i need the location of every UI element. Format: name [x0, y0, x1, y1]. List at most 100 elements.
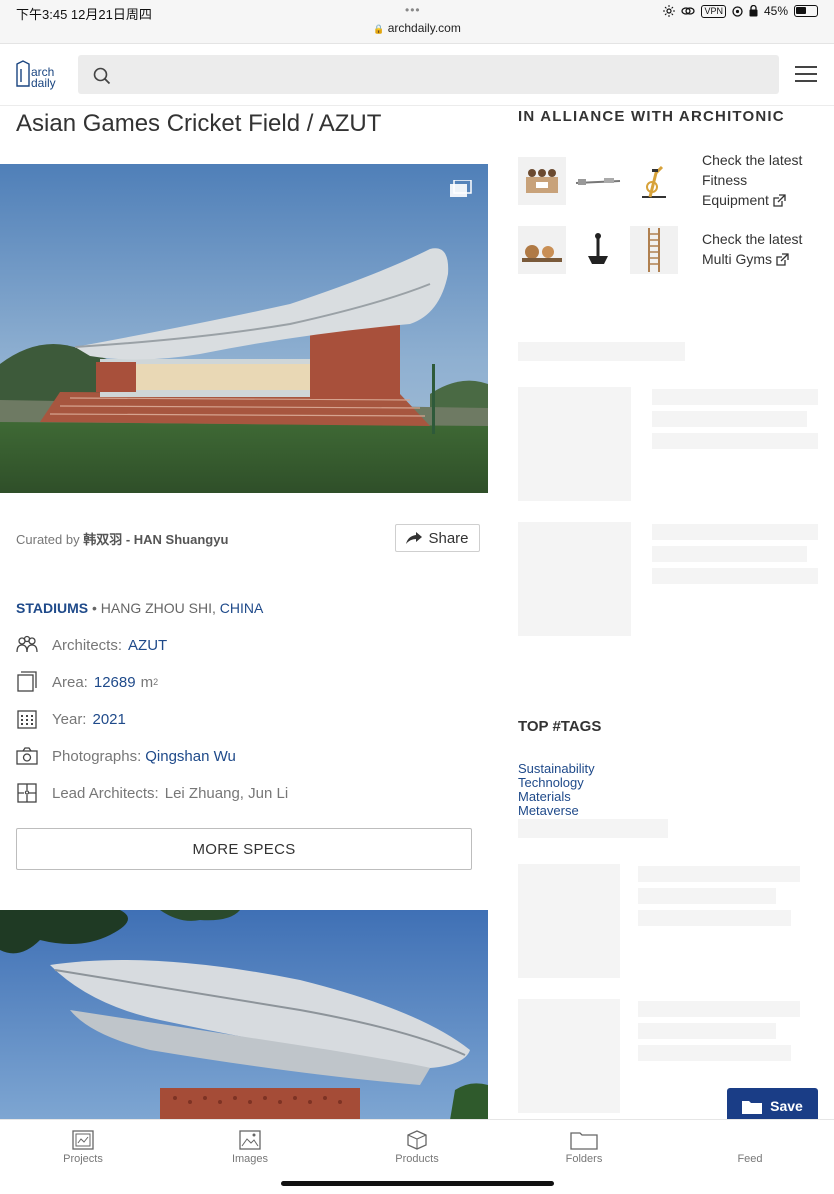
tag-link[interactable]: Materials — [518, 790, 595, 804]
nav-products[interactable]: Products — [367, 1130, 467, 1165]
projects-icon — [72, 1130, 94, 1150]
camera-icon — [16, 747, 38, 765]
curator-name[interactable]: 韩双羽 - HAN Shuangyu — [83, 532, 228, 547]
product-thumb-rower[interactable] — [574, 157, 622, 205]
menu-line — [795, 80, 817, 82]
at-icon — [732, 5, 743, 17]
menu-line — [795, 73, 817, 75]
category-link[interactable]: STADIUMS — [16, 600, 88, 616]
curated-by: Curated by 韩双羽 - HAN Shuangyu — [16, 529, 228, 548]
home-indicator[interactable] — [281, 1181, 554, 1186]
loading-placeholder — [652, 433, 818, 449]
loading-placeholder — [652, 411, 807, 427]
year-link[interactable]: 2021 — [92, 711, 125, 728]
nav-images[interactable]: Images — [200, 1130, 300, 1165]
second-image[interactable] — [0, 910, 488, 1120]
nav-images-label: Images — [231, 1153, 269, 1165]
loading-placeholder — [518, 819, 668, 838]
country-link[interactable]: CHINA — [220, 600, 264, 616]
lead-architects-value: Lei Zhuang, Jun Li — [164, 784, 289, 802]
nav-projects[interactable]: Projects — [33, 1130, 133, 1165]
weights-rack-icon — [526, 169, 558, 193]
loading-placeholder — [638, 1001, 800, 1017]
loading-placeholder — [638, 910, 791, 926]
nav-products-label: Products — [395, 1153, 439, 1165]
area-unit-superscript: 2 — [153, 677, 159, 687]
gallery-icon[interactable] — [450, 180, 472, 198]
area-unit: m — [140, 673, 154, 691]
spec-architects: Architects: AZUT — [16, 633, 167, 657]
search-input[interactable] — [78, 55, 779, 94]
battery-percent: 45% — [763, 4, 788, 18]
calendar-icon — [17, 710, 37, 729]
loading-placeholder — [652, 546, 807, 562]
spec-lead-architects: Lead Architects: Lei Zhuang, Jun Li — [16, 781, 288, 805]
tag-link[interactable]: Technology — [518, 776, 595, 790]
logo-text: arch daily — [31, 66, 56, 90]
vpn-badge: VPN — [701, 4, 726, 18]
external-link-icon — [776, 253, 789, 266]
area-link[interactable]: 12689 — [94, 674, 136, 691]
loading-placeholder — [638, 1023, 776, 1039]
menu-line — [795, 66, 817, 68]
nav-folders[interactable]: Folders — [534, 1130, 634, 1165]
promo-fitness[interactable]: Check the latest Fitness Equipment — [702, 150, 822, 210]
images-icon — [239, 1130, 261, 1150]
tag-link[interactable]: Sustainability — [518, 762, 595, 776]
archdaily-logo[interactable]: arch daily — [15, 60, 63, 90]
promo-fitness-line2: Fitness — [702, 172, 748, 188]
lead-architects-label: Lead Architects: — [52, 784, 159, 802]
tab-overview-dots[interactable]: ••• — [405, 3, 421, 17]
architects-label: Architects: — [52, 636, 123, 654]
spec-photographs: Photographs: Qingshan Wu — [16, 744, 236, 768]
area-icon — [17, 671, 37, 692]
loading-placeholder — [652, 568, 818, 584]
battery-icon — [794, 5, 818, 17]
search-icon — [93, 67, 111, 85]
people-icon — [16, 635, 38, 653]
hero-image[interactable] — [0, 164, 488, 493]
tag-list: Sustainability Technology Materials Meta… — [518, 762, 595, 818]
loading-placeholder — [518, 999, 620, 1113]
hamburger-menu-button[interactable] — [795, 66, 817, 84]
share-arrow-icon — [406, 532, 423, 544]
address-bar[interactable]: 🔒 archdaily.com — [0, 21, 834, 35]
photographs-label: Photographs: — [52, 747, 142, 765]
logo-line-daily: daily — [31, 76, 56, 90]
loading-placeholder — [518, 387, 631, 501]
wall-bars-icon — [648, 228, 660, 272]
nav-feed[interactable]: Feed — [700, 1153, 800, 1165]
promo-fitness-line3: Equipment — [702, 192, 769, 208]
product-thumb-bike[interactable] — [630, 157, 678, 205]
architects-link[interactable]: AZUT — [128, 637, 167, 654]
promo-fitness-line1: Check the latest — [702, 152, 803, 168]
stadium-photo — [0, 164, 488, 493]
city-text: HANG ZHOU SHI, — [100, 600, 220, 616]
lock-icon: 🔒 — [373, 24, 385, 34]
loading-placeholder — [638, 1045, 791, 1061]
puzzle-icon — [17, 783, 37, 803]
share-button[interactable]: Share — [395, 524, 480, 552]
curated-prefix: Curated by — [16, 532, 80, 547]
product-thumb-weights[interactable] — [518, 157, 566, 205]
more-specs-button[interactable]: MORE SPECS — [16, 828, 472, 870]
photographer-link[interactable]: Qingshan Wu — [145, 748, 236, 765]
tag-link[interactable]: Metaverse — [518, 804, 595, 818]
area-label: Area: — [52, 673, 88, 691]
year-label: Year: — [52, 710, 87, 728]
page-title: Asian Games Cricket Field / AZUT — [16, 110, 382, 137]
alliance-title: IN ALLIANCE WITH ARCHITONIC — [518, 108, 785, 125]
loading-placeholder — [518, 864, 620, 978]
stadium-roof-photo — [0, 910, 488, 1120]
link-icon — [681, 7, 696, 15]
nav-folders-label: Folders — [565, 1153, 603, 1165]
spec-year: Year: 2021 — [16, 707, 126, 731]
promo-multigyms[interactable]: Check the latest Multi Gyms — [702, 229, 822, 269]
rowing-machine-icon — [575, 178, 621, 185]
product-thumb-balls[interactable] — [518, 226, 566, 274]
product-thumb-ladder[interactable] — [630, 226, 678, 274]
site-header: arch daily — [0, 44, 834, 106]
product-thumb-gym[interactable] — [574, 226, 622, 274]
external-link-icon — [773, 194, 786, 207]
share-label: Share — [428, 529, 469, 547]
